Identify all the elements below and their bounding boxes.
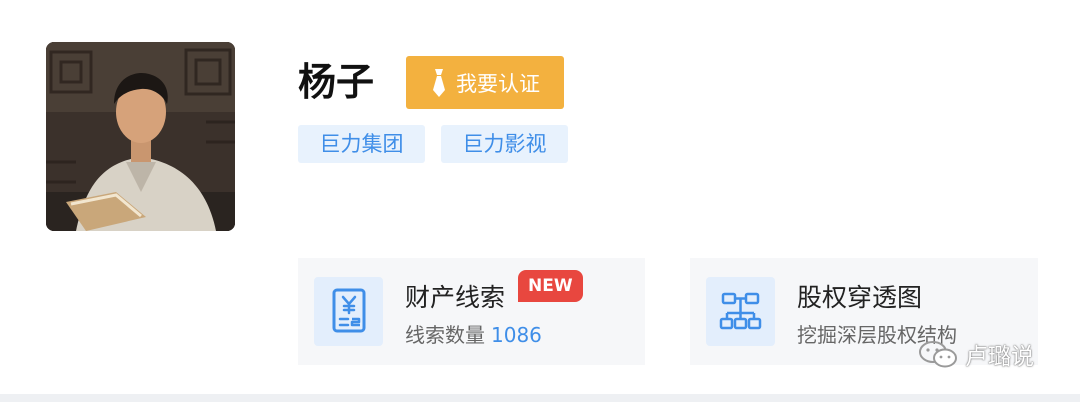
wechat-icon <box>919 341 957 368</box>
bottom-divider <box>0 394 1080 402</box>
card-title: 财产线索 <box>405 283 506 312</box>
clue-count-label: 线索数量 <box>405 323 485 347</box>
watermark: 卢璐说 <box>917 336 1034 372</box>
tie-icon <box>433 68 445 97</box>
new-badge: NEW <box>518 270 583 302</box>
company-tag[interactable]: 巨力集团 <box>298 125 425 163</box>
avatar <box>46 42 235 231</box>
watermark-text: 卢璐说 <box>965 344 1034 370</box>
clue-count: 1086 <box>491 323 542 347</box>
card-title: 股权穿透图 <box>797 283 923 312</box>
profile-name: 杨子 <box>298 60 375 104</box>
asset-clues-card[interactable]: 财产线索 NEW 线索数量 1086 <box>298 258 645 365</box>
document-yuan-icon <box>314 277 383 346</box>
org-chart-icon <box>706 277 775 346</box>
avatar-photo <box>46 42 235 231</box>
verify-button-label: 我要认证 <box>456 71 540 96</box>
company-tag[interactable]: 巨力影视 <box>441 125 568 163</box>
card-subtitle: 线索数量 1086 <box>405 319 542 348</box>
verify-button[interactable]: 我要认证 <box>406 56 564 109</box>
